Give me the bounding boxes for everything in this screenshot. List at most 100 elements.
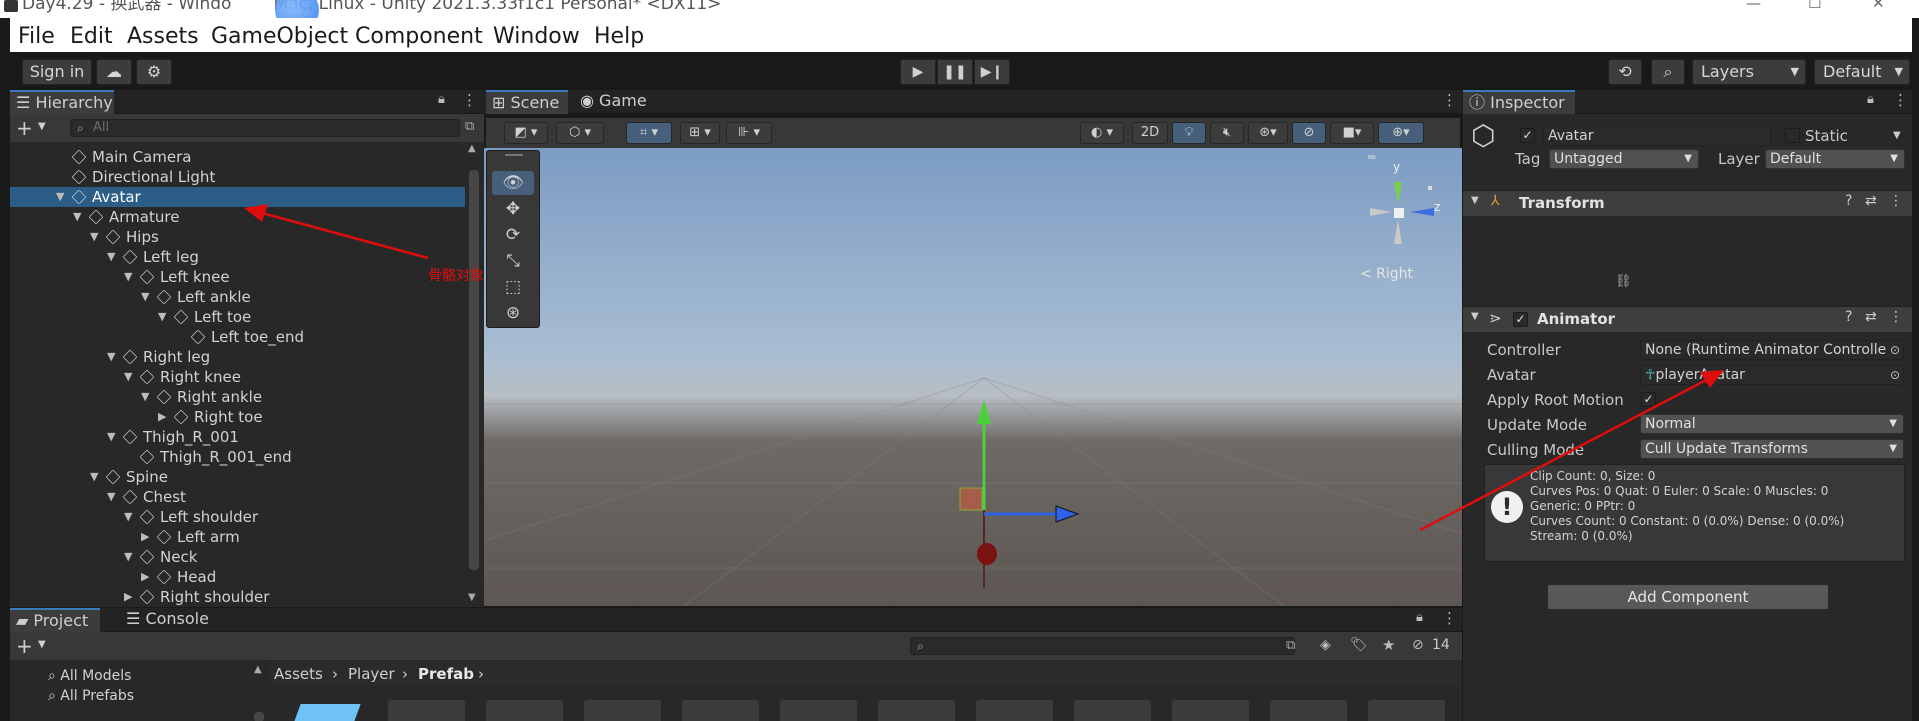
- view-tool-eye-icon[interactable]: 👁︎: [492, 171, 534, 195]
- asset-thumbnail-folder[interactable]: [293, 704, 361, 721]
- collapse-arrow-icon[interactable]: ▶: [124, 587, 132, 606]
- asset-thumbnail[interactable]: [1368, 700, 1445, 721]
- menu-gameobject[interactable]: GameObject: [211, 24, 348, 49]
- asset-thumbnail[interactable]: [388, 700, 465, 721]
- hierarchy-item[interactable]: ▶ Head: [10, 567, 465, 587]
- expand-arrow-icon[interactable]: ▼: [124, 267, 132, 287]
- cloud-icon[interactable]: ☁: [96, 59, 132, 85]
- breadcrumb-player[interactable]: Player: [348, 665, 395, 683]
- asset-thumbnail[interactable]: [1270, 700, 1347, 721]
- expand-arrow-icon[interactable]: ▼: [107, 427, 115, 447]
- hierarchy-item[interactable]: ▼ Left toe: [10, 307, 465, 327]
- menu-assets[interactable]: Assets: [127, 24, 199, 49]
- breadcrumb-prefab[interactable]: Prefab: [418, 665, 474, 683]
- tab-scene[interactable]: ⊞ Scene: [486, 90, 568, 114]
- camera-settings-icon[interactable]: ■▾: [1330, 122, 1374, 144]
- hierarchy-item[interactable]: ▼ Left ankle: [10, 287, 465, 307]
- hierarchy-item[interactable]: ▶ Right shoulder: [10, 587, 465, 606]
- menu-window[interactable]: Window: [493, 24, 580, 49]
- menu-file[interactable]: File: [18, 24, 55, 49]
- more-options-icon[interactable]: ⋮: [1893, 91, 1908, 109]
- move-tool-icon[interactable]: ✥: [492, 197, 534, 221]
- expand-arrow-icon[interactable]: ▼: [107, 247, 115, 267]
- hierarchy-item[interactable]: ▼ Left knee: [10, 267, 465, 287]
- create-plus-icon[interactable]: +: [16, 634, 33, 658]
- step-button[interactable]: ▶❙: [974, 59, 1010, 85]
- gizmo-view-label[interactable]: < Right: [1360, 266, 1413, 282]
- expand-arrow-icon[interactable]: ▼: [90, 227, 98, 247]
- asset-thumbnail[interactable]: [878, 700, 955, 721]
- project-tree-scrollbar[interactable]: [254, 712, 264, 721]
- hierarchy-item[interactable]: ▼ Hips: [10, 227, 465, 247]
- expand-arrow-icon[interactable]: ▼: [141, 287, 149, 307]
- tab-game[interactable]: ◉ Game: [574, 90, 654, 114]
- expand-arrow-icon[interactable]: ▼: [124, 547, 132, 567]
- minimize-button[interactable]: —: [1746, 0, 1761, 11]
- controller-field[interactable]: None (Runtime Animator Controlle ⊙: [1640, 340, 1904, 360]
- more-options-icon[interactable]: ⋮: [1889, 193, 1903, 209]
- hierarchy-item[interactable]: ▼ Spine: [10, 467, 465, 487]
- search-by-scene-icon[interactable]: ⧉: [1286, 638, 1295, 653]
- scene-visibility-icon[interactable]: ⊘: [1292, 122, 1326, 144]
- presets-icon[interactable]: ⇄: [1865, 193, 1877, 209]
- expand-arrow-icon[interactable]: ▼: [107, 487, 115, 507]
- help-icon[interactable]: ?: [1845, 309, 1852, 325]
- search-by-label-icon[interactable]: 🏷︎: [1350, 637, 1368, 653]
- collapse-arrow-icon[interactable]: ▶: [158, 407, 166, 427]
- increment-snap-button[interactable]: ⊞ ▾: [680, 122, 720, 144]
- expand-arrow-icon[interactable]: ▼: [56, 187, 64, 207]
- gizmo-drag-handle[interactable]: ═: [1368, 150, 1375, 164]
- grid-snap-button[interactable]: ⌗ ▾: [626, 122, 672, 144]
- presets-icon[interactable]: ⇄: [1865, 309, 1877, 325]
- search-icon[interactable]: ⌕: [1651, 59, 1685, 85]
- hierarchy-item[interactable]: ▼ Thigh_R_001: [10, 427, 465, 447]
- breadcrumb-assets[interactable]: Assets: [274, 665, 323, 683]
- hierarchy-item[interactable]: Left toe_end: [10, 327, 465, 347]
- object-picker-icon[interactable]: ⊙: [1889, 341, 1900, 359]
- scroll-up-icon[interactable]: ▲: [468, 143, 476, 154]
- expand-arrow-icon[interactable]: ▼: [73, 207, 81, 227]
- gizmo-z-cone[interactable]: [1410, 208, 1434, 216]
- menu-help[interactable]: Help: [594, 24, 644, 49]
- avatar-field[interactable]: ☥playerAvatar ⊙: [1640, 365, 1904, 385]
- maximize-button[interactable]: ☐: [1808, 0, 1821, 11]
- expand-arrow-icon[interactable]: ▼: [141, 387, 149, 407]
- scene-search-icon[interactable]: ⧉: [465, 119, 474, 134]
- tag-dropdown[interactable]: Untagged ▼: [1549, 149, 1699, 169]
- hierarchy-item[interactable]: ▼ Avatar: [10, 187, 465, 207]
- collapse-arrow-icon[interactable]: ▼: [1471, 195, 1479, 206]
- move-gizmo-plane-handle[interactable]: [959, 487, 983, 511]
- hierarchy-item[interactable]: Main Camera: [10, 147, 465, 167]
- avatar-model-marker[interactable]: [977, 543, 997, 565]
- lock-icon[interactable]: 🔒︎: [1416, 610, 1423, 625]
- hierarchy-item[interactable]: Thigh_R_001_end: [10, 447, 465, 467]
- asset-thumbnail[interactable]: [1172, 700, 1249, 721]
- layout-dropdown[interactable]: Default ▼: [1814, 59, 1910, 85]
- expand-arrow-icon[interactable]: ▼: [158, 307, 166, 327]
- expand-arrow-icon[interactable]: ▼: [90, 467, 98, 487]
- animator-enabled-checkbox[interactable]: ✓: [1513, 312, 1528, 327]
- audio-toggle-icon[interactable]: 🔇︎: [1210, 122, 1244, 144]
- hierarchy-item[interactable]: ▼ Neck: [10, 547, 465, 567]
- favorite-all-models[interactable]: ⌕ All Models: [48, 668, 131, 684]
- more-options-icon[interactable]: ⋮: [462, 91, 477, 109]
- hierarchy-item[interactable]: ▶ Left arm: [10, 527, 465, 547]
- asset-thumbnail[interactable]: [486, 700, 563, 721]
- scroll-down-icon[interactable]: ▼: [468, 592, 476, 603]
- asset-thumbnail[interactable]: [584, 700, 661, 721]
- overlay-drag-handle[interactable]: [505, 154, 523, 156]
- scale-tool-icon[interactable]: ⤡: [492, 249, 534, 273]
- sign-in-button[interactable]: Sign in: [22, 59, 92, 85]
- apply-root-motion-checkbox[interactable]: ✓: [1641, 392, 1656, 407]
- rotate-tool-icon[interactable]: ⟳: [492, 223, 534, 247]
- history-icon[interactable]: ⟲: [1608, 59, 1642, 85]
- expand-arrow-icon[interactable]: ▼: [107, 347, 115, 367]
- lock-icon[interactable]: 🔒︎: [1867, 92, 1874, 107]
- collapse-arrow-icon[interactable]: ▶: [141, 567, 149, 587]
- asset-thumbnail[interactable]: [780, 700, 857, 721]
- effects-toggle-icon[interactable]: ⊛▾: [1248, 122, 1288, 144]
- expand-arrow-icon[interactable]: ▼: [124, 367, 132, 387]
- transform-tool-icon[interactable]: ⊛: [492, 301, 534, 325]
- close-button[interactable]: ✕: [1872, 0, 1885, 11]
- project-search-input[interactable]: ⌕: [910, 637, 1295, 655]
